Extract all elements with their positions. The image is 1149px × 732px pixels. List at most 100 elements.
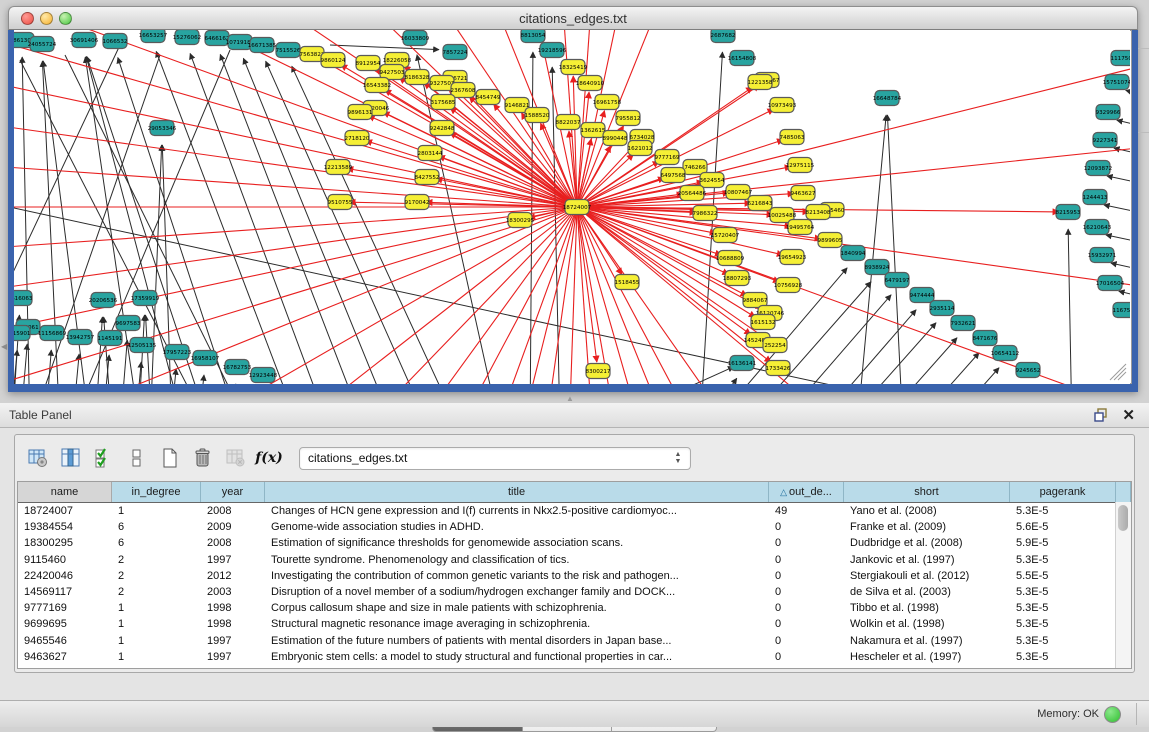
graph-node[interactable]: 2718120 <box>345 131 370 146</box>
graph-node[interactable]: 8990448 <box>603 131 628 146</box>
graph-node[interactable]: 2803144 <box>418 146 443 161</box>
graph-node[interactable]: 10973493 <box>768 98 797 113</box>
graph-node[interactable]: 252254 <box>763 338 787 353</box>
graph-node[interactable]: 16958107 <box>191 351 220 366</box>
window-titlebar[interactable]: citations_edges.txt <box>8 6 1138 30</box>
graph-node[interactable]: 8186328 <box>405 70 430 85</box>
graph-node[interactable]: 16154808 <box>728 51 757 66</box>
graph-node[interactable]: 18807293 <box>723 271 752 286</box>
function-builder-button[interactable]: f(x) <box>255 444 283 472</box>
graph-node[interactable]: 7485063 <box>780 130 805 145</box>
graph-node[interactable]: 16671385 <box>248 38 277 53</box>
graph-node[interactable]: 8300217 <box>586 364 611 379</box>
graph-node[interactable]: 7857224 <box>443 45 468 60</box>
graph-node[interactable]: 8454749 <box>476 90 501 105</box>
graph-node[interactable]: 8215953 <box>1056 205 1081 220</box>
graph-node[interactable]: 17957223 <box>163 345 192 360</box>
graph-node[interactable]: 8938924 <box>865 260 890 275</box>
panel-splitter-handle[interactable]: ▲ <box>566 394 574 403</box>
table-vertical-scrollbar[interactable] <box>1115 502 1131 668</box>
graph-node[interactable]: 9896131 <box>348 105 373 120</box>
graph-node[interactable]: 10756928 <box>774 278 803 293</box>
table-row[interactable]: 1830029562008Estimation of significance … <box>18 535 1131 551</box>
graph-node[interactable]: 17016504 <box>1096 276 1125 291</box>
graph-node[interactable]: 1518455 <box>615 275 640 290</box>
graph-node[interactable]: 13942757 <box>66 330 95 345</box>
graph-node[interactable]: 2935114 <box>930 301 955 316</box>
memory-ok-indicator[interactable] <box>1104 706 1121 723</box>
graph-node[interactable]: 2367608 <box>451 83 476 98</box>
table-row[interactable]: 1456911722003Disruption of a novel membe… <box>18 584 1131 600</box>
graph-node[interactable]: 1117503 <box>1111 51 1130 66</box>
column-header-short[interactable]: short <box>844 482 1010 502</box>
table-row[interactable]: 969969511998Structural magnetic resonanc… <box>18 616 1131 632</box>
graph-node[interactable]: 30691406 <box>70 33 99 48</box>
graph-node[interactable]: 9170042 <box>405 195 430 210</box>
graph-node[interactable]: 8912954 <box>356 56 381 71</box>
close-panel-icon[interactable]: ✕ <box>1122 406 1135 424</box>
graph-node[interactable]: 9474444 <box>910 288 935 303</box>
graph-node[interactable]: 8213408 <box>806 205 831 220</box>
graph-node[interactable]: 16648784 <box>873 91 902 106</box>
graph-node[interactable]: 12505135 <box>128 338 157 353</box>
graph-node[interactable]: 12975115 <box>786 158 815 173</box>
graph-node[interactable]: 24055724 <box>28 37 57 52</box>
graph-node[interactable]: 9697583 <box>116 316 141 331</box>
table-settings-button[interactable] <box>24 444 52 472</box>
graph-node[interactable]: 8427552 <box>415 170 440 185</box>
graph-node[interactable]: 1840994 <box>841 246 866 261</box>
graph-hub-node[interactable]: 18724007 <box>563 200 592 215</box>
graph-node[interactable]: 9245652 <box>1016 363 1041 378</box>
graph-node[interactable]: 15276062 <box>173 30 201 45</box>
graph-node[interactable]: 9899605 <box>818 233 843 248</box>
graph-node[interactable]: 18640910 <box>576 76 605 91</box>
graph-node[interactable]: 9329966 <box>1096 105 1121 120</box>
graph-node[interactable]: 12923448 <box>249 368 278 383</box>
new-column-button[interactable] <box>156 444 184 472</box>
graph-node[interactable]: 1066532 <box>103 34 128 49</box>
column-header-in_degree[interactable]: in_degree <box>112 482 201 502</box>
graph-node[interactable]: 1244413 <box>1083 190 1108 205</box>
graph-node[interactable]: 15751074 <box>1103 75 1130 90</box>
column-header-out_de[interactable]: △out_de... <box>769 482 844 502</box>
graph-node[interactable]: 19218596 <box>538 43 567 58</box>
graph-node[interactable]: 1145191 <box>98 331 123 346</box>
graph-node[interactable]: 3915901 <box>14 326 31 341</box>
graph-node[interactable]: 3175685 <box>431 95 456 110</box>
graph-node[interactable]: 16961758 <box>593 95 622 110</box>
graph-node[interactable]: 20564486 <box>678 186 707 201</box>
graph-node[interactable]: 12213589 <box>324 160 353 175</box>
graph-node[interactable]: 16210643 <box>1083 220 1112 235</box>
graph-node[interactable]: 2687682 <box>711 30 736 43</box>
graph-node[interactable]: 10688809 <box>716 251 745 266</box>
graph-node[interactable]: 6497568 <box>661 168 686 183</box>
table-row[interactable]: 946554611997Estimation of the future num… <box>18 633 1131 649</box>
graph-node[interactable]: 19654923 <box>778 250 807 265</box>
graph-node[interactable]: 17359919 <box>131 291 160 306</box>
graph-node[interactable]: 3624554 <box>700 173 725 188</box>
float-panel-icon[interactable] <box>1093 407 1109 423</box>
graph-node[interactable]: 16033809 <box>401 31 430 46</box>
graph-node[interactable]: 9860124 <box>321 53 346 68</box>
column-header-year[interactable]: year <box>201 482 265 502</box>
graph-node[interactable]: 16653257 <box>139 30 168 43</box>
graph-node[interactable]: 19495764 <box>786 220 815 235</box>
table-row[interactable]: 911546021997Tourette syndrome. Phenomeno… <box>18 552 1131 568</box>
table-row[interactable]: 2242004622012Investigating the contribut… <box>18 568 1131 584</box>
select-all-button[interactable] <box>90 444 118 472</box>
graph-node[interactable]: 10654112 <box>991 346 1019 361</box>
graph-node[interactable]: 1221358 <box>748 75 773 90</box>
table-row[interactable]: 946362711997Embryonic stem cells: a mode… <box>18 649 1131 665</box>
graph-node[interactable]: 7986322 <box>693 206 718 221</box>
graph-node[interactable]: 1733426 <box>766 361 791 376</box>
table-chooser-dropdown[interactable]: citations_edges.txt ▲▼ <box>299 447 691 470</box>
network-graph-canvas[interactable]: 1861304240557243069140610665321665325715… <box>14 30 1130 384</box>
table-row[interactable]: 977716911998Corpus callosum shape and si… <box>18 600 1131 616</box>
table-row[interactable]: 1938455462009Genome-wide association stu… <box>18 519 1131 535</box>
graph-node[interactable]: 29053346 <box>148 121 177 136</box>
graph-node[interactable]: 16543382 <box>363 78 391 93</box>
graph-node[interactable]: 1615132 <box>751 315 776 330</box>
graph-node[interactable]: 9463627 <box>791 186 816 201</box>
graph-node[interactable]: 6479197 <box>885 273 910 288</box>
graph-node[interactable]: 16136141 <box>728 356 757 371</box>
